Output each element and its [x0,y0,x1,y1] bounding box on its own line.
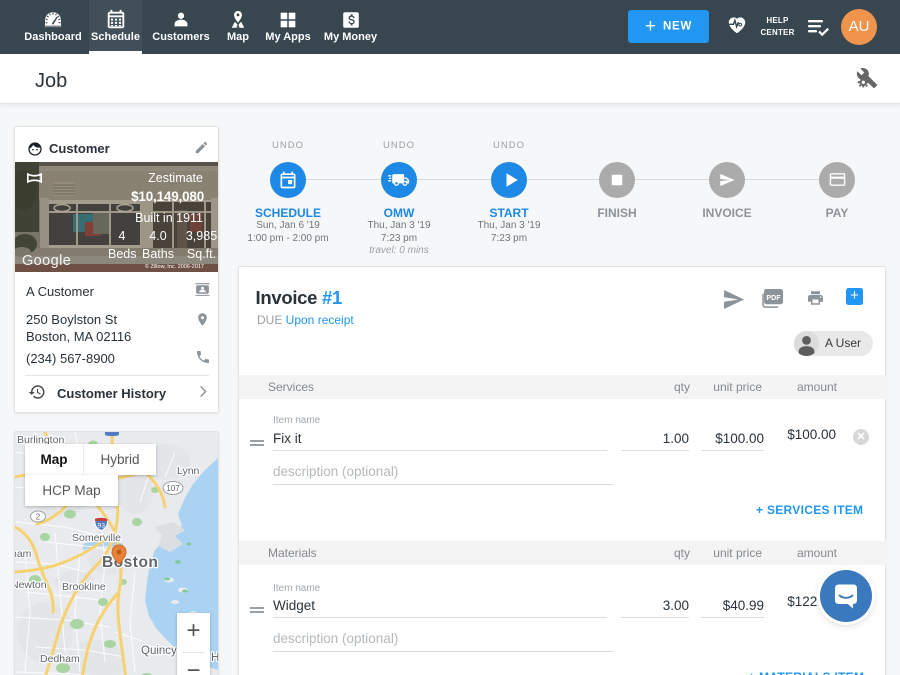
svg-text:Somerville: Somerville [72,532,121,544]
svg-text:Dedham: Dedham [40,653,80,665]
svg-text:Quincy: Quincy [141,645,177,657]
svg-text:Brookline: Brookline [62,581,106,593]
svg-text:ham: ham [15,548,32,560]
svg-text:93: 93 [97,523,105,530]
svg-text:PDF: PDF [766,294,781,302]
svg-text:Hi: Hi [211,652,218,664]
svg-text:Lynn: Lynn [177,465,200,477]
svg-text:2: 2 [36,513,41,522]
svg-text:Newton: Newton [15,579,47,591]
svg-text:107: 107 [166,484,180,493]
svg-text:Boston: Boston [102,554,158,571]
